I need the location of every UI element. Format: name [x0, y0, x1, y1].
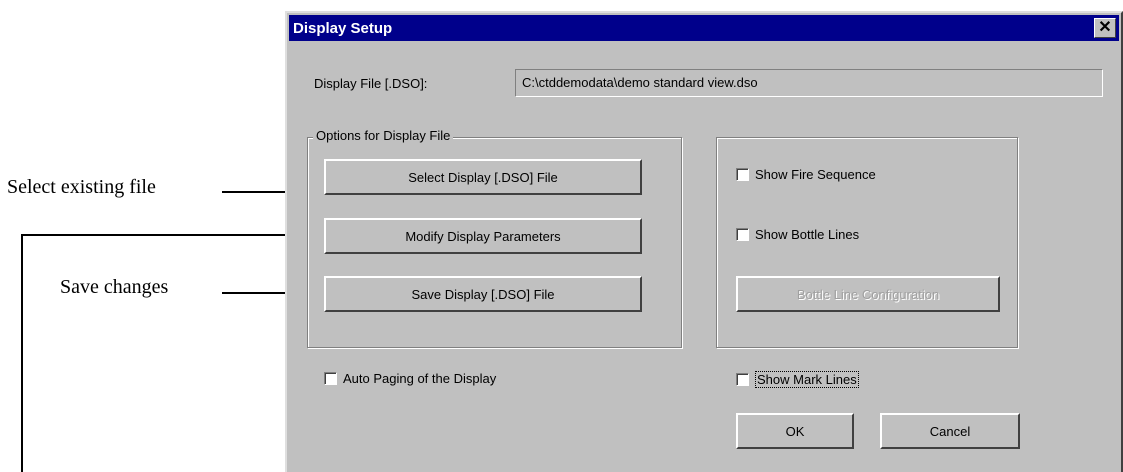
- arrow-modify-line-h: [21, 234, 307, 236]
- auto-paging-checkbox[interactable]: Auto Paging of the Display: [324, 371, 496, 386]
- dialog-titlebar[interactable]: Display Setup ✕: [289, 15, 1119, 41]
- callout-save-changes: Save changes: [60, 276, 169, 298]
- display-file-label: Display File [.DSO]:: [314, 76, 428, 91]
- dialog-title: Display Setup: [293, 19, 393, 37]
- show-mark-lines-checkbox[interactable]: Show Mark Lines: [736, 371, 859, 388]
- close-icon: ✕: [1098, 19, 1112, 36]
- bottle-line-configuration-button: Bottle Line Configuration: [736, 276, 1000, 312]
- ok-button[interactable]: OK: [736, 413, 854, 449]
- show-bottle-lines-checkbox[interactable]: Show Bottle Lines: [736, 227, 859, 242]
- options-group-label: Options for Display File: [313, 128, 454, 143]
- display-file-field[interactable]: C:\ctddemodata\demo standard view.dso: [515, 69, 1103, 97]
- display-setup-dialog: Display Setup ✕ Display File [.DSO]: C:\…: [285, 11, 1123, 472]
- arrow-modify-line-v: [21, 234, 23, 472]
- checkbox-box: [736, 228, 749, 241]
- select-display-file-button[interactable]: Select Display [.DSO] File: [324, 159, 642, 195]
- show-bottle-lines-label: Show Bottle Lines: [755, 227, 860, 242]
- auto-paging-label: Auto Paging of the Display: [343, 371, 497, 386]
- checkbox-box: [324, 372, 337, 385]
- show-fire-sequence-label: Show Fire Sequence: [755, 167, 876, 182]
- cancel-button[interactable]: Cancel: [880, 413, 1020, 449]
- save-display-file-button[interactable]: Save Display [.DSO] File: [324, 276, 642, 312]
- callout-select-existing-file: Select existing file: [7, 176, 156, 198]
- modify-display-parameters-button[interactable]: Modify Display Parameters: [324, 218, 642, 254]
- checkbox-box: [736, 168, 749, 181]
- close-button[interactable]: ✕: [1094, 18, 1116, 38]
- checkbox-box: [736, 373, 749, 386]
- show-mark-lines-label: Show Mark Lines: [755, 371, 859, 388]
- show-fire-sequence-checkbox[interactable]: Show Fire Sequence: [736, 167, 876, 182]
